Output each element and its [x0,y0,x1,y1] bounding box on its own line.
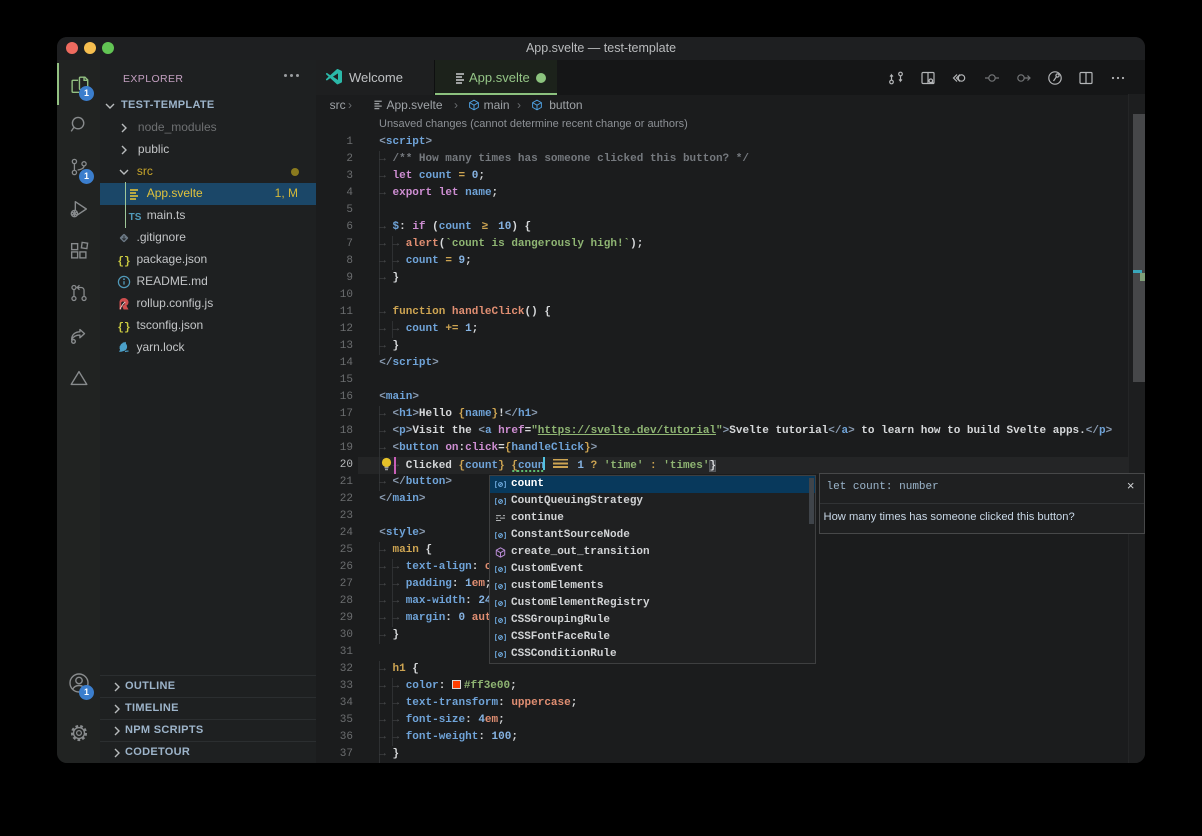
svg-text:{}: {} [117,256,130,268]
svg-text:TS: TS [129,212,142,223]
svg-text:{}: {} [117,322,130,334]
